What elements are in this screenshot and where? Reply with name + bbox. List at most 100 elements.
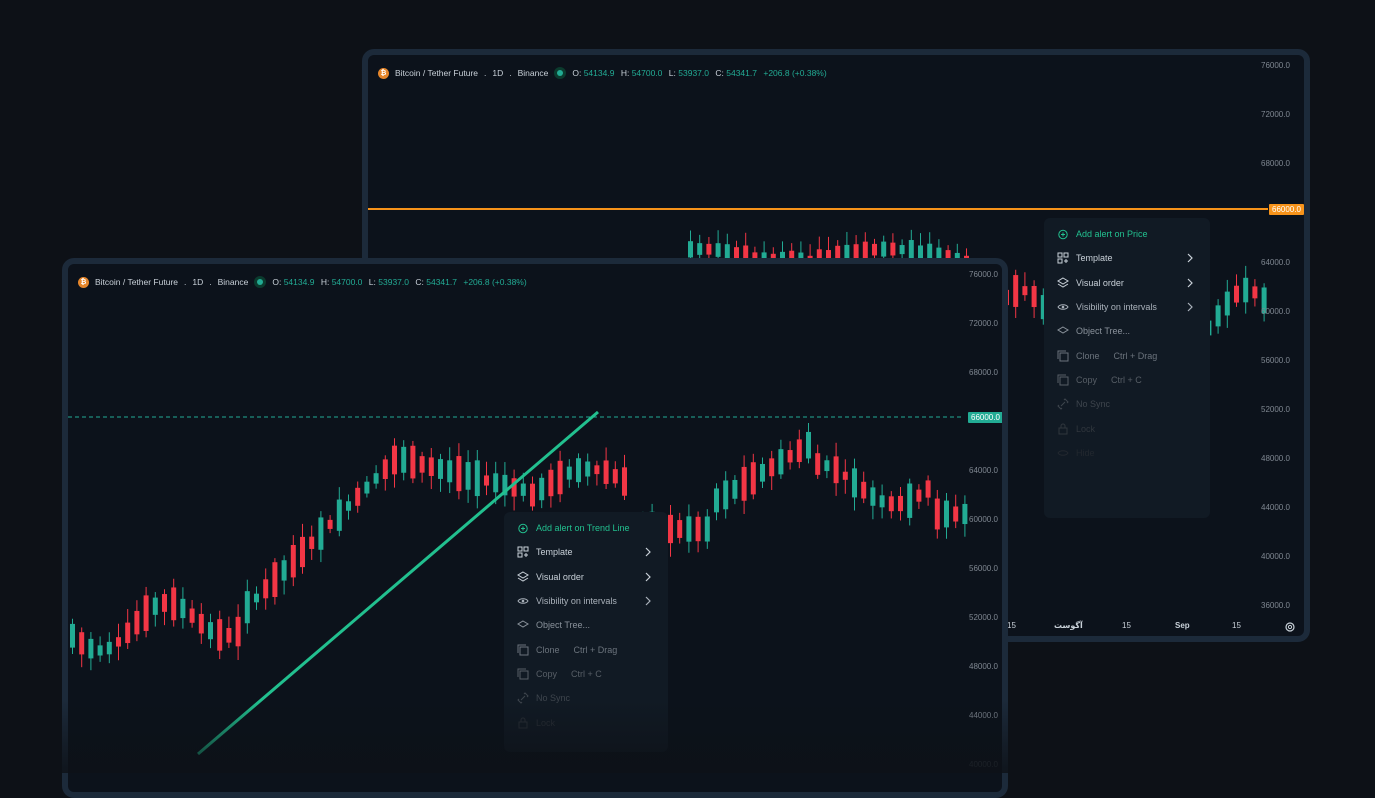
candle-body: [872, 243, 877, 256]
candle-body: [272, 562, 278, 597]
menu-item-no-sync[interactable]: No Sync: [1044, 392, 1210, 416]
price-axis-label: 52000.0: [1261, 405, 1290, 414]
candle-body: [373, 473, 379, 484]
alarm-plus-icon: [516, 521, 530, 535]
candle-body: [557, 460, 563, 495]
menu-item-no-sync[interactable]: No Sync: [504, 686, 668, 710]
price-axis-label: 60000.0: [1261, 307, 1290, 316]
candle-body: [180, 598, 186, 619]
candle-body: [724, 244, 730, 259]
candle-body: [428, 457, 434, 476]
candle-body: [97, 645, 103, 656]
eye-icon: [1056, 300, 1070, 314]
candle-body: [668, 514, 673, 544]
menu-item-lock[interactable]: Lock: [504, 710, 668, 734]
candle-body: [925, 480, 931, 498]
candle-body: [566, 466, 572, 480]
menu-item-object-tree[interactable]: Object Tree...: [1044, 319, 1210, 343]
menu-item-copy[interactable]: Copy Ctrl + C: [1044, 368, 1210, 392]
symbol-name[interactable]: Bitcoin / Tether Future: [395, 68, 478, 78]
candle-body: [918, 245, 923, 259]
ohlc-values: O: 54134.9 H: 54700.0 L: 53937.0 C: 5434…: [272, 277, 527, 287]
interval-label[interactable]: 1D: [492, 68, 503, 78]
candle-body: [143, 595, 149, 631]
chevron-right-icon: [1187, 278, 1193, 288]
candle-body: [208, 622, 213, 640]
candle-body: [677, 520, 683, 538]
candle-body: [714, 488, 719, 513]
candle-body: [244, 591, 250, 624]
candle-body: [290, 544, 296, 578]
menu-item-visual-order[interactable]: Visual order: [1044, 271, 1210, 295]
candle-body: [79, 632, 85, 655]
candle-body: [401, 446, 407, 473]
candle-body: [1224, 291, 1230, 316]
menu-item-clone[interactable]: Clone Ctrl + Drag: [504, 637, 668, 661]
candle-body: [309, 536, 315, 549]
price-axis-label: 48000.0: [969, 662, 998, 671]
price-line-tag[interactable]: 66000.0: [1269, 204, 1304, 215]
settings-gear-icon[interactable]: [1284, 620, 1296, 632]
menu-item-object-tree[interactable]: Object Tree...: [504, 613, 668, 637]
interval-label[interactable]: 1D: [192, 277, 203, 287]
menu-item-visibility[interactable]: Visibility on intervals: [1044, 295, 1210, 319]
candle-body: [1031, 285, 1037, 308]
symbol-header: ₿ Bitcoin / Tether Future . 1D . Binance…: [378, 66, 831, 80]
copy-icon: [1056, 373, 1070, 387]
price-axis-label: 40000.0: [1261, 552, 1290, 561]
candle-body: [806, 431, 811, 459]
live-status-icon: [254, 276, 267, 288]
menu-item-clone[interactable]: Clone Ctrl + Drag: [1044, 343, 1210, 367]
candle-body: [189, 608, 195, 623]
price-axis-label: 68000.0: [969, 368, 998, 377]
candle-body: [723, 480, 729, 510]
price-axis-label: 40000.0: [969, 760, 998, 769]
candle-body: [594, 465, 600, 475]
candle-body: [741, 466, 747, 501]
layers-icon: [516, 570, 530, 584]
menu-item-template[interactable]: Template: [504, 540, 668, 564]
candle-body: [778, 449, 784, 475]
chevron-right-icon: [645, 547, 651, 557]
candle-body: [612, 469, 618, 484]
candle-body: [1234, 285, 1239, 303]
price-axis-label: 48000.0: [1261, 454, 1290, 463]
menu-item-lock[interactable]: Lock: [1044, 416, 1210, 440]
candle-body: [879, 495, 885, 508]
candle-body: [300, 536, 305, 568]
time-axis-label: 15: [1232, 621, 1241, 630]
bitcoin-icon: ₿: [78, 276, 89, 288]
candle-body: [364, 481, 370, 494]
menu-item-visibility[interactable]: Visibility on intervals: [504, 589, 668, 613]
ohlc-values: O: 54134.9 H: 54700.0 L: 53937.0 C: 5434…: [572, 68, 827, 78]
candle-body: [346, 501, 351, 511]
candle-body: [769, 458, 775, 477]
candle-body: [438, 459, 443, 479]
menu-item-hide[interactable]: Hide: [1044, 441, 1210, 465]
time-axis-label: 15: [1122, 621, 1131, 630]
link-icon: [1056, 397, 1070, 411]
candle-body: [484, 475, 489, 486]
price-line-tag[interactable]: 66000.0: [968, 412, 1002, 423]
symbol-name[interactable]: Bitcoin / Tether Future: [95, 277, 178, 287]
candle-body: [686, 516, 692, 542]
menu-item-add-alert[interactable]: Add alert on Price: [1044, 222, 1210, 246]
candle-body: [734, 247, 739, 259]
candle-body: [796, 439, 802, 463]
object-tree-icon: [516, 618, 530, 632]
candle-body: [732, 479, 738, 499]
menu-item-template[interactable]: Template: [1044, 246, 1210, 270]
live-status-icon: [554, 67, 567, 79]
candle-body: [235, 616, 241, 647]
candle-body: [520, 483, 526, 496]
menu-item-visual-order[interactable]: Visual order: [504, 565, 668, 589]
candle-body: [881, 241, 887, 257]
candle-body: [688, 241, 693, 258]
menu-item-add-alert[interactable]: Add alert on Trend Line: [504, 516, 668, 540]
candle-body: [217, 619, 223, 651]
menu-item-copy[interactable]: Copy Ctrl + C: [504, 662, 668, 686]
candle-body: [134, 610, 140, 635]
candle-body: [944, 500, 949, 528]
candle-body: [1243, 277, 1249, 303]
candle-body: [861, 481, 867, 499]
